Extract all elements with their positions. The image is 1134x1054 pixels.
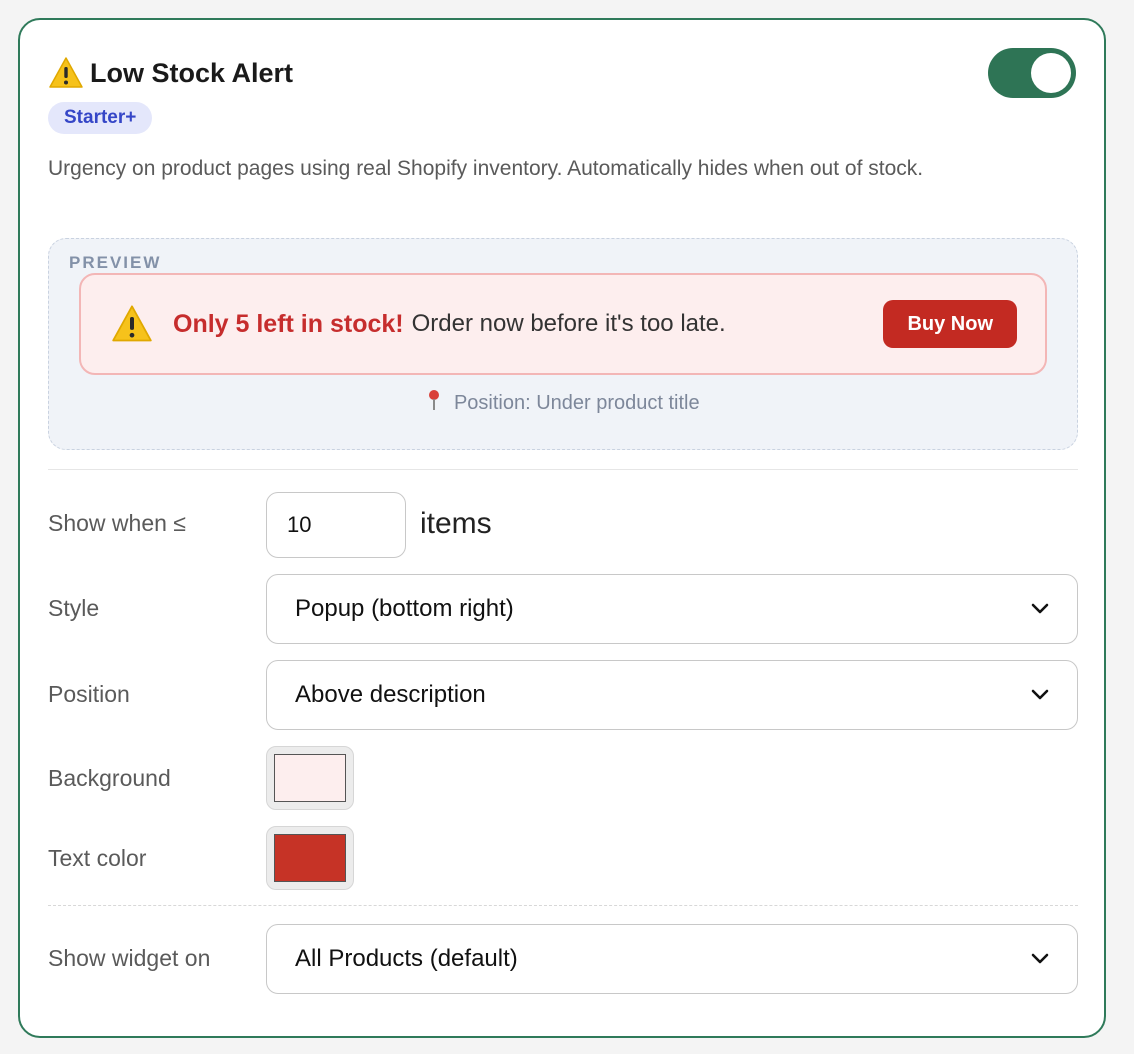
toggle-knob — [1031, 53, 1071, 93]
section-divider — [48, 469, 1078, 470]
style-label: Style — [48, 595, 100, 621]
warning-icon — [112, 305, 152, 342]
warning-icon — [49, 57, 83, 88]
show-on-select[interactable]: All Products (default) — [266, 924, 1078, 994]
text-color-label: Text color — [48, 845, 147, 871]
chevron-down-icon — [1031, 689, 1049, 700]
style-select[interactable]: Popup (bottom right) — [266, 574, 1078, 644]
card-description: Urgency on product pages using real Shop… — [48, 157, 924, 180]
enable-toggle[interactable] — [988, 48, 1076, 98]
alert-headline: Only 5 left in stock! — [173, 309, 404, 338]
chevron-down-icon — [1031, 953, 1049, 964]
section-divider-dashed — [48, 905, 1078, 906]
text-color-picker[interactable] — [266, 826, 354, 890]
position-label: Position — [48, 681, 130, 707]
position-select[interactable]: Above description — [266, 660, 1078, 730]
preview-panel: PREVIEW Only 5 left in stock! Order now … — [48, 238, 1078, 450]
pin-icon — [429, 390, 440, 410]
show-on-select-value: All Products (default) — [295, 945, 518, 972]
preview-label: PREVIEW — [69, 253, 162, 272]
position-note: Position: Under product title — [49, 389, 1077, 415]
card-title: Low Stock Alert — [90, 57, 294, 88]
buy-now-button[interactable]: Buy Now — [883, 300, 1017, 348]
chevron-down-icon — [1031, 603, 1049, 614]
background-label: Background — [48, 765, 171, 791]
low-stock-alert-card: Low Stock Alert Starter+ Urgency on prod… — [18, 18, 1106, 1038]
plan-badge: Starter+ — [48, 102, 153, 134]
threshold-input[interactable] — [266, 492, 406, 558]
show-on-label: Show widget on — [48, 945, 211, 971]
preview-alert-banner: Only 5 left in stock! Order now before i… — [79, 273, 1047, 375]
threshold-label: Show when ≤ — [48, 510, 186, 536]
alert-message: Order now before it's too late. — [411, 310, 726, 337]
text-color-swatch — [274, 834, 346, 882]
style-select-value: Popup (bottom right) — [295, 595, 514, 622]
position-select-value: Above description — [295, 681, 486, 708]
threshold-unit: items — [420, 507, 492, 540]
background-color-picker[interactable] — [266, 746, 354, 810]
card-header: Low Stock Alert — [48, 56, 293, 90]
background-color-swatch — [274, 754, 346, 802]
position-note-text: Position: Under product title — [453, 392, 700, 414]
